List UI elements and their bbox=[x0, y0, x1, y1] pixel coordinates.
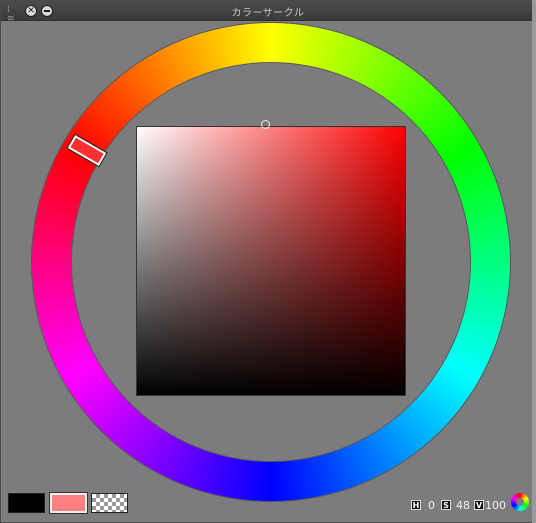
color-wheel-icon[interactable] bbox=[511, 493, 529, 511]
main-color-swatch[interactable] bbox=[8, 493, 45, 513]
color-circle-panel: H 0 S 48 V 100 bbox=[7, 21, 531, 517]
saturation-value-square[interactable] bbox=[136, 126, 406, 396]
color-circle-window: ⁞≡ ✕ カラーサークル H 0 S 48 V 100 bbox=[0, 0, 536, 523]
title-bar[interactable]: ⁞≡ ✕ カラーサークル bbox=[1, 1, 535, 24]
s-label: S bbox=[441, 500, 451, 510]
window-edge bbox=[532, 0, 536, 523]
h-value: 0 bbox=[428, 499, 435, 512]
color-circle bbox=[32, 23, 510, 501]
s-value: 48 bbox=[456, 499, 470, 512]
v-label: V bbox=[474, 500, 484, 510]
v-value: 100 bbox=[485, 499, 506, 512]
h-label: H bbox=[411, 500, 421, 510]
sub-color-swatch[interactable] bbox=[49, 492, 88, 514]
transparent-color-swatch[interactable] bbox=[91, 493, 128, 513]
bottom-bar: H 0 S 48 V 100 bbox=[7, 492, 531, 517]
saturation-value-cursor[interactable] bbox=[261, 120, 270, 129]
window-title: カラーサークル bbox=[231, 8, 305, 19]
